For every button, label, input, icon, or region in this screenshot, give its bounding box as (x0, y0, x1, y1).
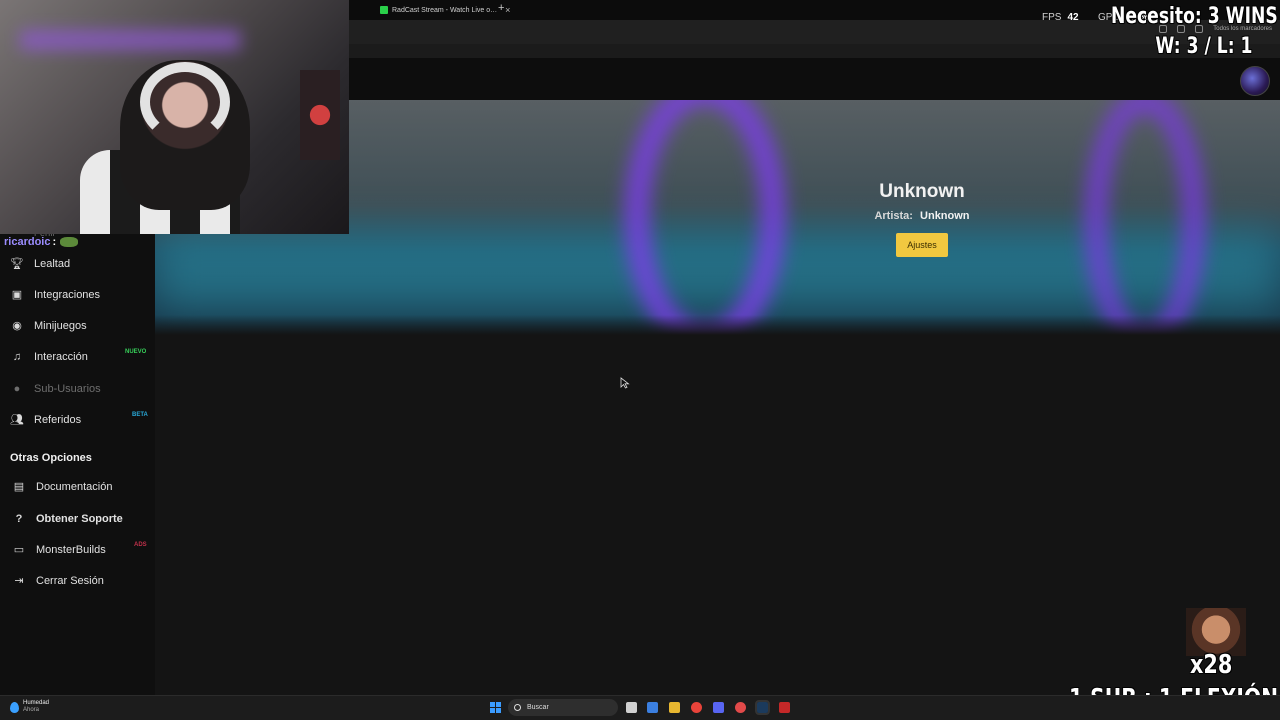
new-badge: NUEVO (125, 349, 147, 355)
chat-username: ricardoic (4, 236, 51, 248)
logout-icon: ⇥ (14, 575, 24, 587)
user-avatar[interactable] (1240, 66, 1270, 96)
webcam-light (20, 30, 240, 50)
sub-multiplier: x28 (1190, 650, 1233, 680)
sidebar-item-referidos[interactable]: 👥︎ Referidos (10, 414, 81, 426)
integrations-icon: ▣ (11, 289, 23, 301)
screen: RadCast Stream - Watch Live o… × + Todos… (0, 0, 1280, 720)
sub-alert-image (1186, 608, 1246, 656)
sidebar-item-obtener-soporte[interactable]: ? Obtener Soporte (12, 513, 123, 525)
banner-ring-right (1085, 100, 1205, 335)
weather-widget[interactable]: Humedad Ahora (10, 700, 49, 714)
sidebar-item-documentacion[interactable]: ▤ Documentación (12, 481, 113, 493)
artist-line: Artista: Unknown (822, 210, 1022, 222)
frog-emote-icon (60, 237, 79, 247)
goal-line-2: W: 3 / L: 1 (1154, 34, 1252, 59)
sidebar-item-label: Minijuegos (34, 320, 87, 332)
banner-fade (155, 315, 1280, 335)
chat-colon: : (52, 236, 57, 248)
sidebar-item-monsterbuilds[interactable]: ▭ MonsterBuilds (12, 544, 106, 556)
trophy-icon: 🏆︎ (10, 258, 24, 270)
goal-line-1: Necesito: 3 WINS (1111, 4, 1278, 29)
music-icon: ♫ (12, 351, 22, 363)
banner-ring-left (625, 100, 785, 335)
app-icon[interactable] (735, 702, 746, 713)
artist-label: Artista: (874, 210, 913, 222)
fps-value: 42 (1067, 12, 1079, 23)
sidebar-item-label: Interacción (34, 351, 88, 363)
file-explorer-icon[interactable] (669, 702, 680, 713)
ads-badge: ADS (134, 542, 147, 548)
sidebar-item-label: Cerrar Sesión (36, 575, 104, 587)
fps-label: FPS (1042, 12, 1062, 23)
webcam-decor (300, 70, 340, 160)
section-title-otras-opciones: Otras Opciones (10, 452, 92, 464)
sidebar-item-label: Obtener Soporte (36, 513, 123, 525)
chat-message: ricardoic : (4, 235, 79, 249)
taskbar-search[interactable]: Buscar (508, 699, 618, 716)
sidebar-item-minijuegos[interactable]: ◉ Minijuegos (10, 320, 87, 332)
sidebar-item-label: Integraciones (34, 289, 101, 301)
humidity-icon (10, 701, 19, 713)
taskbar-search-label: Buscar (527, 704, 549, 711)
webcam-overlay (0, 0, 349, 234)
new-tab-icon[interactable]: + (498, 2, 504, 14)
artist-value: Unknown (920, 210, 970, 222)
user-group-icon: 👥︎ (10, 414, 24, 426)
song-title: Unknown (879, 181, 965, 202)
laptop-icon: ▭ (13, 544, 25, 556)
sidebar-item-label: Documentación (36, 481, 113, 493)
browser-tab-title: RadCast Stream - Watch Live o… (392, 6, 498, 14)
close-tab-icon[interactable]: × (505, 5, 510, 15)
sidebar-item-interaccion[interactable]: ♫ Interacción (10, 351, 88, 363)
sidebar-item-label: Referidos (34, 414, 82, 426)
discord-icon[interactable] (713, 702, 724, 713)
sidebar-item-label: Sub-Usuarios (34, 383, 101, 395)
search-icon (514, 704, 521, 711)
main-content (155, 335, 1280, 695)
weather-text: Humedad Ahora (23, 700, 49, 714)
taskbar (0, 695, 1280, 720)
gamepad-icon: ◉ (12, 320, 22, 332)
weather-title: Humedad (23, 700, 50, 706)
copilot-icon[interactable] (647, 702, 658, 713)
sidebar-item-sub-usuarios[interactable]: ● Sub-Usuarios (10, 383, 101, 395)
weather-sub: Ahora (23, 707, 40, 713)
mouse-cursor-icon (620, 377, 630, 389)
question-icon: ? (15, 513, 23, 525)
document-icon: ▤ (13, 481, 25, 493)
chrome-icon[interactable] (691, 702, 702, 713)
users-icon: ● (13, 383, 21, 395)
windows-start-icon[interactable] (490, 702, 501, 713)
sidebar-item-label: MonsterBuilds (36, 544, 106, 556)
sidebar-item-cerrar-sesion[interactable]: ⇥ Cerrar Sesión (12, 575, 104, 587)
sidebar-item-integraciones[interactable]: ▣ Integraciones (10, 289, 100, 301)
steam-icon[interactable] (755, 700, 770, 715)
obs-icon[interactable] (779, 702, 790, 713)
settings-button[interactable]: Ajustes (896, 233, 948, 257)
sidebar-item-label: Lealtad (34, 258, 71, 270)
fps-readout: FPS 42 (1042, 12, 1079, 23)
task-view-icon[interactable] (626, 702, 637, 713)
beta-badge: BETA (132, 412, 148, 418)
radcast-favicon-icon (380, 6, 388, 14)
headphones-icon (140, 62, 230, 142)
sidebar-item-lealtad[interactable]: 🏆︎ Lealtad (10, 258, 70, 270)
browser-tab[interactable]: RadCast Stream - Watch Live o… × (380, 2, 510, 18)
